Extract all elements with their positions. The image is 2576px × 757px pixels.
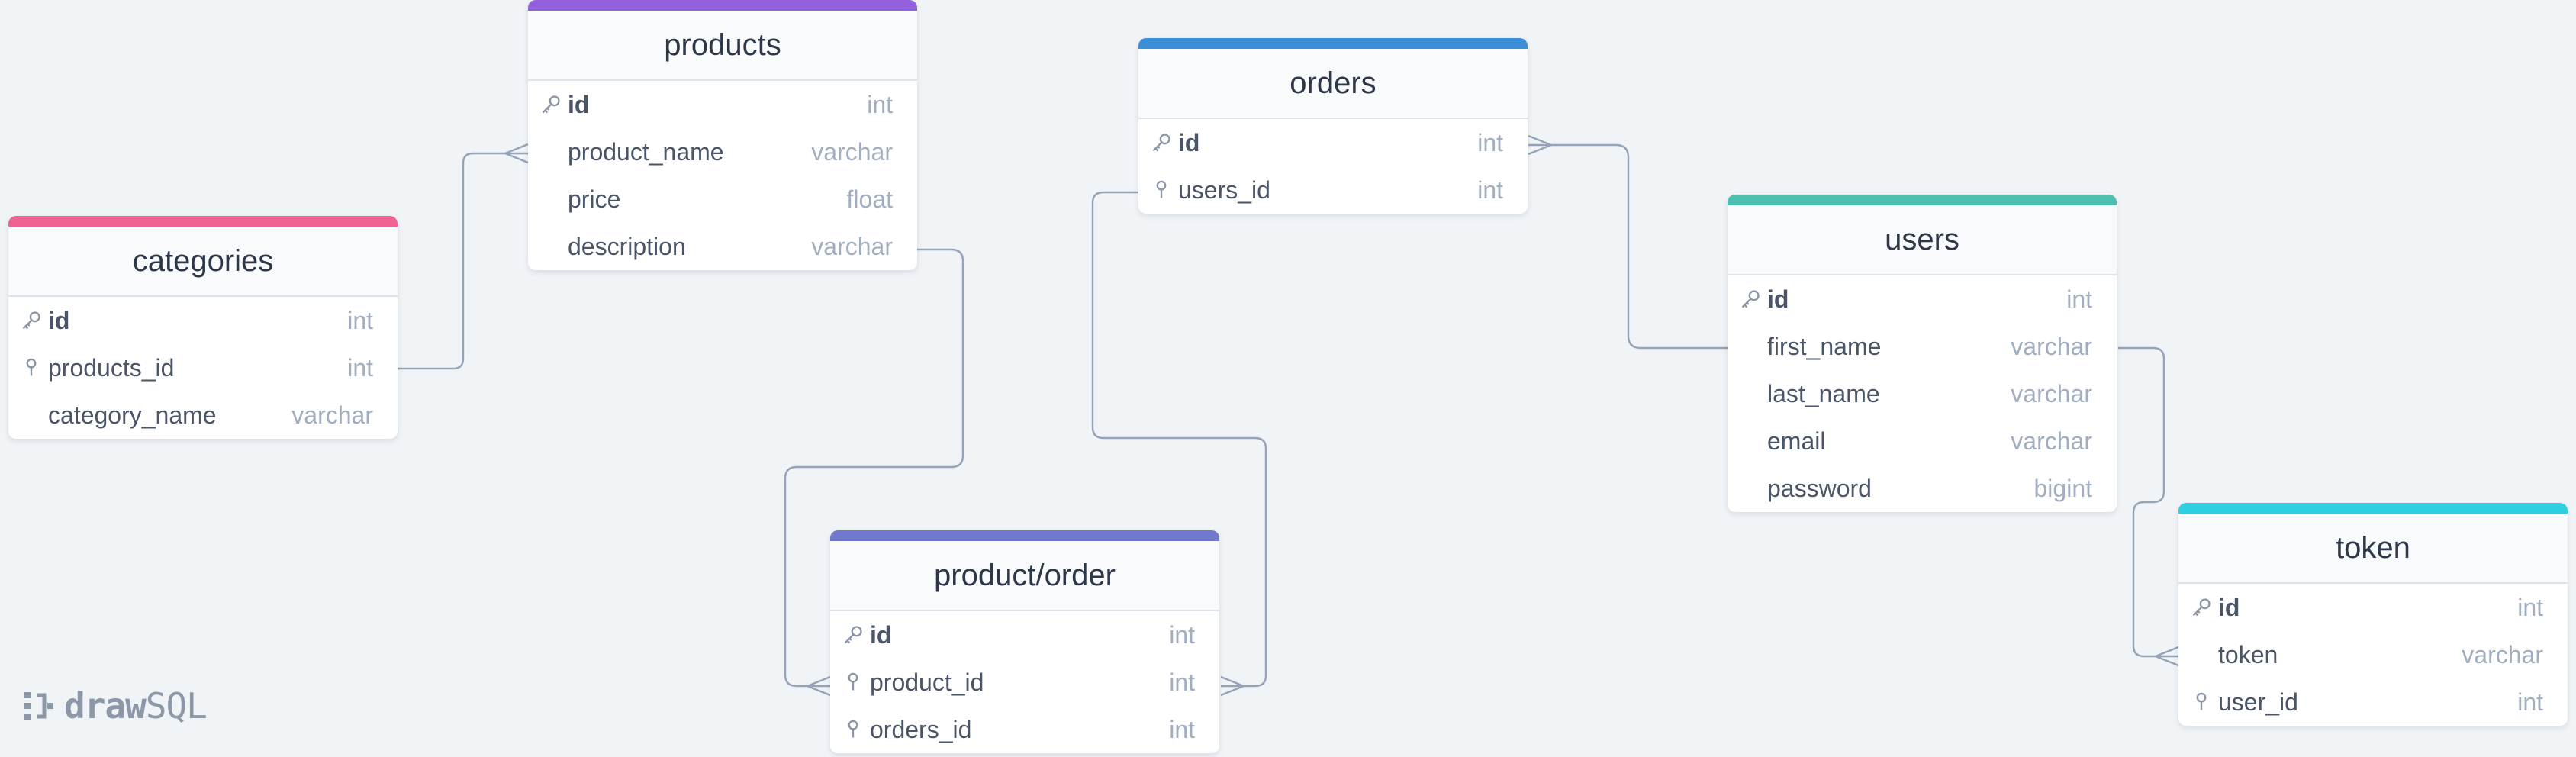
table-categories[interactable]: categories id int products_id int catego… (8, 216, 398, 439)
column-type: int (2066, 285, 2092, 313)
column-name: last_name (1767, 379, 1880, 407)
column-name: products_id (48, 353, 175, 382)
column-row-product-order-product-id[interactable]: product_id int (830, 659, 1219, 706)
column-row-products-description[interactable]: description varchar (528, 223, 917, 270)
table-categories-title[interactable]: categories (8, 227, 398, 297)
column-row-users-last-name[interactable]: last_name varchar (1728, 370, 2117, 417)
column-type: varchar (811, 137, 893, 166)
column-name: category_name (48, 401, 217, 429)
brand-name-bold: draw (64, 685, 147, 726)
primary-key-icon (2191, 597, 2218, 618)
primary-key-icon (842, 624, 870, 646)
column-type: float (846, 185, 893, 213)
foreign-key-icon (2191, 691, 2218, 713)
column-type: int (1477, 128, 1503, 156)
table-products[interactable]: products id int product_name varchar pri… (528, 0, 917, 270)
column-name: description (568, 232, 686, 260)
column-name: id (1767, 285, 1789, 313)
column-type: int (1477, 176, 1503, 204)
column-row-orders-users-id[interactable]: users_id int (1138, 166, 1528, 214)
column-name: token (2218, 640, 2278, 668)
column-name: id (2218, 593, 2240, 621)
column-type: varchar (2462, 640, 2543, 668)
column-type: varchar (2011, 379, 2092, 407)
column-type: varchar (291, 401, 373, 429)
table-categories-color-bar (8, 216, 398, 227)
relationship-categories-products[interactable] (398, 143, 529, 370)
table-orders[interactable]: orders id int users_id int (1138, 38, 1528, 214)
column-row-categories-products-id[interactable]: products_id int (8, 344, 398, 391)
column-name: email (1767, 427, 1826, 455)
column-type: bigint (2033, 474, 2093, 502)
drawsql-logo-icon (24, 692, 53, 720)
primary-key-icon (1740, 288, 1767, 310)
column-type: int (1169, 715, 1195, 743)
column-type: varchar (811, 232, 893, 260)
column-row-products-id[interactable]: id int (528, 81, 917, 128)
primary-key-icon (1151, 132, 1178, 153)
column-row-product-order-orders-id[interactable]: orders_id int (830, 706, 1219, 753)
column-name: id (568, 90, 590, 118)
column-type: int (2517, 593, 2543, 621)
table-product-order-title[interactable]: product/order (830, 541, 1219, 611)
primary-key-icon (21, 310, 48, 331)
column-name: product_name (568, 137, 724, 166)
column-type: int (867, 90, 893, 118)
table-products-title[interactable]: products (528, 11, 917, 81)
table-users-title[interactable]: users (1728, 205, 2117, 275)
relationship-users-orders[interactable] (1528, 134, 1728, 350)
table-product-order[interactable]: product/order id int product_id int orde… (830, 530, 1219, 753)
column-row-orders-id[interactable]: id int (1138, 119, 1528, 166)
table-users[interactable]: users id int first_name varchar last_nam… (1728, 195, 2117, 512)
table-orders-title[interactable]: orders (1138, 49, 1528, 119)
column-name: id (48, 306, 70, 334)
table-products-color-bar (528, 0, 917, 11)
table-users-color-bar (1728, 195, 2117, 205)
column-type: varchar (2011, 427, 2092, 455)
primary-key-icon (540, 94, 568, 115)
column-name: id (1178, 128, 1200, 156)
column-row-users-id[interactable]: id int (1728, 275, 2117, 323)
column-name: users_id (1178, 176, 1270, 204)
column-row-categories-category-name[interactable]: category_name varchar (8, 391, 398, 439)
column-name: product_id (870, 668, 984, 696)
foreign-key-icon (21, 357, 48, 378)
brand-name-light: SQL (145, 685, 208, 726)
column-name: id (870, 620, 892, 649)
column-type: int (347, 306, 373, 334)
column-type: int (347, 353, 373, 382)
column-row-token-user-id[interactable]: user_id int (2178, 678, 2568, 726)
column-row-users-first-name[interactable]: first_name varchar (1728, 323, 2117, 370)
column-row-products-price[interactable]: price float (528, 176, 917, 223)
column-type: int (2517, 688, 2543, 716)
column-row-token-id[interactable]: id int (2178, 584, 2568, 631)
table-token-title[interactable]: token (2178, 514, 2568, 584)
column-name: first_name (1767, 332, 1882, 360)
foreign-key-icon (1151, 179, 1178, 201)
column-name: user_id (2218, 688, 2298, 716)
foreign-key-icon (842, 719, 870, 740)
table-token-color-bar (2178, 503, 2568, 514)
column-row-product-order-id[interactable]: id int (830, 611, 1219, 659)
column-name: orders_id (870, 715, 972, 743)
column-type: int (1169, 668, 1195, 696)
column-row-users-password[interactable]: password bigint (1728, 465, 2117, 512)
column-row-products-product-name[interactable]: product_name varchar (528, 128, 917, 176)
column-type: int (1169, 620, 1195, 649)
table-orders-color-bar (1138, 38, 1528, 49)
column-row-token-token[interactable]: token varchar (2178, 631, 2568, 678)
column-row-users-email[interactable]: email varchar (1728, 417, 2117, 465)
table-product-order-color-bar (830, 530, 1219, 541)
column-type: varchar (2011, 332, 2092, 360)
column-row-categories-id[interactable]: id int (8, 297, 398, 344)
table-token[interactable]: token id int token varchar user_id int (2178, 503, 2568, 726)
column-name: password (1767, 474, 1872, 502)
relationship-users-token[interactable] (2118, 346, 2179, 667)
diagram-canvas[interactable]: products id int product_name varchar pri… (0, 0, 2576, 757)
drawsql-logo[interactable]: drawSQL (23, 685, 208, 726)
column-name: price (568, 185, 621, 213)
foreign-key-icon (842, 672, 870, 693)
